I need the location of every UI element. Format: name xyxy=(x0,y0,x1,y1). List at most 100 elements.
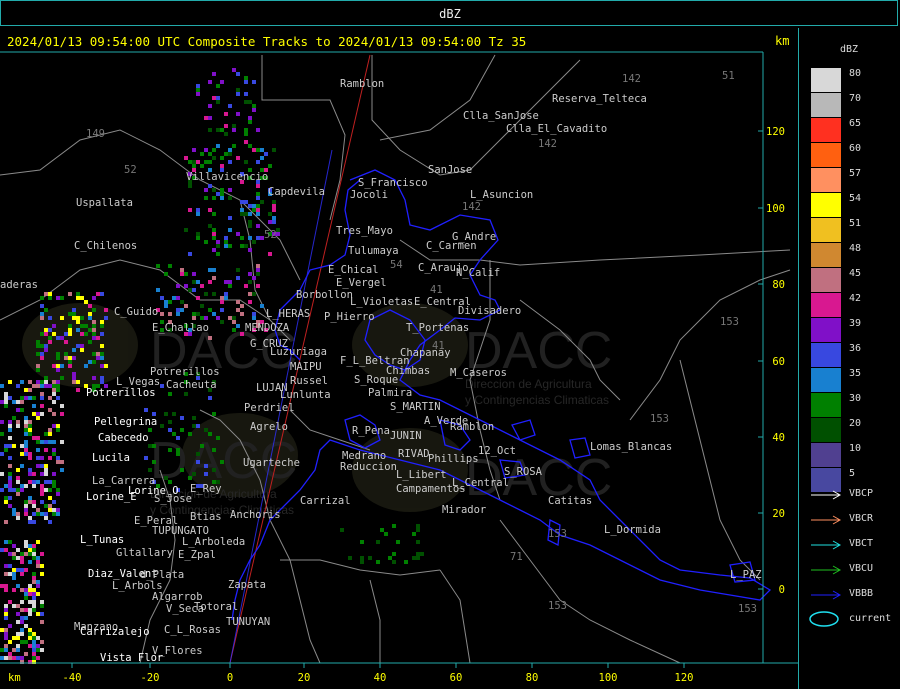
radar-map[interactable]: DACC DACC DACC DACC Direccion de Agricul… xyxy=(0,0,798,689)
echo-pixel xyxy=(48,456,52,460)
place-label: Tulumaya xyxy=(348,245,399,257)
echo-pixel xyxy=(24,608,28,612)
echo-pixel xyxy=(248,248,252,252)
echo-pixel xyxy=(24,440,28,444)
echo-pixel xyxy=(204,240,208,244)
echo-pixel xyxy=(248,220,252,224)
echo-pixel xyxy=(68,312,72,316)
echo-pixel xyxy=(184,228,188,232)
echo-pixel xyxy=(32,596,36,600)
echo-pixel xyxy=(44,376,48,380)
legend-swatch-42 xyxy=(811,293,841,317)
place-label: L_Asuncion xyxy=(470,189,533,201)
echo-pixel xyxy=(236,300,240,304)
echo-pixel xyxy=(40,392,44,396)
echo-pixel xyxy=(40,472,44,476)
echo-pixel xyxy=(228,280,232,284)
echo-pixel xyxy=(48,480,52,484)
echo-pixel xyxy=(28,636,32,640)
echo-pixel xyxy=(52,400,56,404)
echo-pixel xyxy=(256,212,260,216)
echo-pixel xyxy=(252,316,256,320)
echo-pixel xyxy=(68,364,72,368)
place-label: S_Roque xyxy=(354,374,398,386)
echo-pixel xyxy=(204,196,208,200)
place-label: S_Jose xyxy=(154,493,192,505)
echo-pixel xyxy=(204,116,208,120)
echo-pixel xyxy=(228,188,232,192)
echo-pixel xyxy=(16,620,20,624)
echo-pixel xyxy=(20,400,24,404)
echo-pixel xyxy=(32,484,36,488)
echo-pixel xyxy=(244,92,248,96)
y-tick-label: 80 xyxy=(772,279,785,291)
echo-pixel xyxy=(16,384,20,388)
echo-pixel xyxy=(20,484,24,488)
place-label: Uspallata xyxy=(76,197,133,209)
echo-pixel xyxy=(40,356,44,360)
echo-pixel xyxy=(56,424,60,428)
echo-pixel xyxy=(28,552,32,556)
echo-pixel xyxy=(24,432,28,436)
echo-pixel xyxy=(196,280,200,284)
echo-pixel xyxy=(216,244,220,248)
echo-pixel xyxy=(8,504,12,508)
echo-pixel xyxy=(4,496,8,500)
echo-pixel xyxy=(380,528,384,532)
echo-pixel xyxy=(236,156,240,160)
echo-pixel xyxy=(8,552,12,556)
echo-pixel xyxy=(240,236,244,240)
echo-pixel xyxy=(28,468,32,472)
echo-pixel xyxy=(256,128,260,132)
echo-pixel xyxy=(16,492,20,496)
legend-swatch-5 xyxy=(811,468,841,492)
echo-pixel xyxy=(60,316,64,320)
echo-pixel xyxy=(48,408,52,412)
echo-pixel xyxy=(40,456,44,460)
echo-pixel xyxy=(32,644,36,648)
echo-pixel xyxy=(36,656,40,660)
echo-pixel xyxy=(192,164,196,168)
echo-pixel xyxy=(224,236,228,240)
echo-pixel xyxy=(16,408,20,412)
echo-pixel xyxy=(28,424,32,428)
echo-pixel xyxy=(228,196,232,200)
echo-pixel xyxy=(208,116,212,120)
echo-pixel xyxy=(16,568,20,572)
echo-pixel xyxy=(232,124,236,128)
place-label: 12_Oct xyxy=(478,445,516,457)
place-label: L_Violetas xyxy=(350,296,413,308)
echo-pixel xyxy=(20,444,24,448)
echo-pixel xyxy=(56,488,60,492)
echo-pixel xyxy=(248,100,252,104)
echo-pixel xyxy=(36,352,40,356)
echo-pixel xyxy=(36,384,40,388)
legend-value: 57 xyxy=(849,168,862,179)
echo-pixel xyxy=(28,608,32,612)
echo-pixel xyxy=(28,452,32,456)
echo-pixel xyxy=(252,108,256,112)
echo-pixel xyxy=(208,128,212,132)
echo-pixel xyxy=(8,428,12,432)
echo-pixel xyxy=(240,332,244,336)
echo-pixel xyxy=(52,324,56,328)
echo-pixel xyxy=(40,604,44,608)
echo-pixel xyxy=(164,412,168,416)
place-label: Clla_SanJose xyxy=(463,110,539,122)
echo-pixel xyxy=(72,372,76,376)
echo-pixel xyxy=(4,396,8,400)
echo-pixel xyxy=(248,292,252,296)
echo-pixel xyxy=(36,364,40,368)
echo-pixel xyxy=(100,356,104,360)
echo-pixel xyxy=(216,144,220,148)
echo-pixel xyxy=(64,332,68,336)
echo-pixel xyxy=(172,412,176,416)
echo-pixel xyxy=(28,472,32,476)
echo-pixel xyxy=(232,128,236,132)
echo-pixel xyxy=(40,512,44,516)
echo-pixel xyxy=(180,308,184,312)
echo-pixel xyxy=(228,284,232,288)
echo-pixel xyxy=(228,160,232,164)
echo-pixel xyxy=(192,424,196,428)
echo-pixel xyxy=(212,448,216,452)
